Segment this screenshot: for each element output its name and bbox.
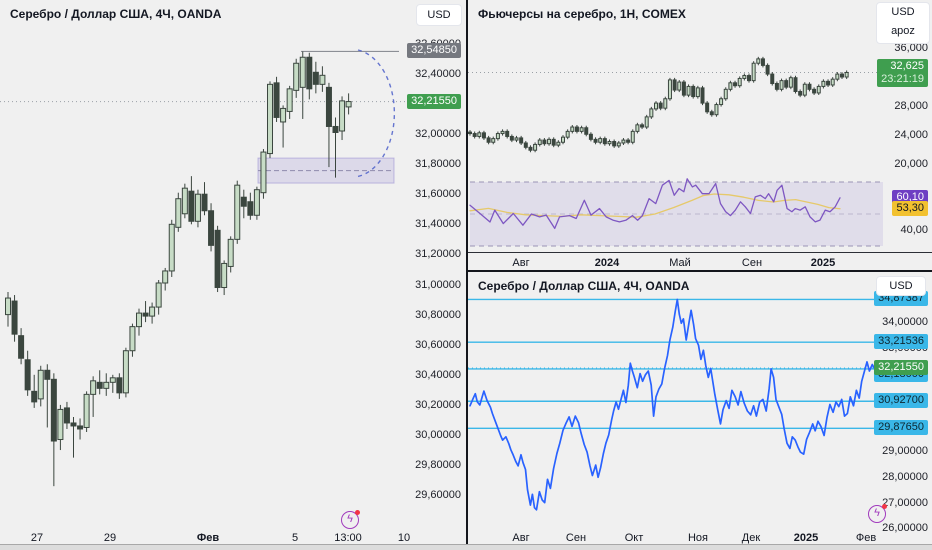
panel-divider-vertical[interactable] [466, 0, 468, 550]
comex-currency-box[interactable]: USD apoz [876, 2, 930, 44]
notification-dot [882, 504, 887, 509]
comex-panel-title: Фьючерсы на серебро, 1Н, COMEX [478, 7, 686, 21]
spot-panel-title: Серебро / Доллар США, 4Ч, OANDA [478, 279, 690, 293]
panel-divider-horizontal[interactable] [468, 270, 932, 272]
boost-icon[interactable]: ϟ [341, 510, 360, 529]
lightning-glyph: ϟ [874, 507, 880, 519]
lightning-glyph: ϟ [347, 513, 353, 525]
comex-candlestick-chart[interactable] [468, 0, 932, 252]
window-bottom-edge [0, 544, 932, 550]
left-time-axis[interactable] [0, 528, 466, 545]
comex-axis-separator [468, 252, 932, 253]
left-price-axis[interactable] [404, 30, 466, 525]
spot-price-axis[interactable] [876, 298, 932, 524]
left-panel-title: Серебро / Доллар США, 4Ч, OANDA [10, 7, 222, 21]
spot-currency-button[interactable]: USD [876, 276, 926, 296]
comex-price-axis[interactable] [876, 44, 932, 252]
boost-icon[interactable]: ϟ [868, 504, 887, 523]
left-candlestick-chart[interactable] [0, 0, 466, 544]
comex-currency-label: USD [891, 6, 915, 18]
comex-time-axis[interactable] [468, 253, 932, 270]
spot-line-chart[interactable] [468, 272, 932, 544]
notification-dot [355, 510, 360, 515]
tradingview-multichart-layout: Серебро / Доллар США, 4Ч, OANDA USD ϟ Фь… [0, 0, 932, 550]
left-currency-button[interactable]: USD [416, 4, 462, 26]
spot-time-axis[interactable] [468, 528, 932, 545]
comex-unit-label: apoz [891, 25, 915, 37]
